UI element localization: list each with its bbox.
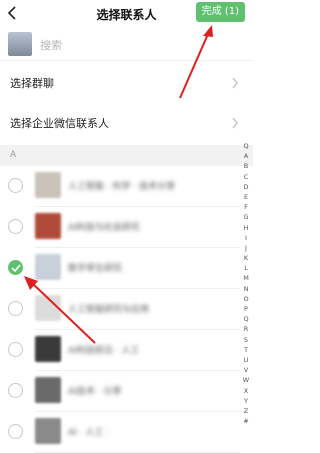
arrow-to-done-button (179, 25, 213, 99)
arrow-to-checked-contact (24, 276, 96, 344)
annotation-arrows (24, 25, 213, 344)
